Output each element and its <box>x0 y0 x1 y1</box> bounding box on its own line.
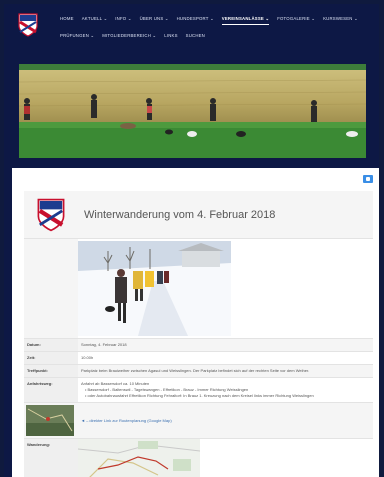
crest-cell <box>24 191 78 238</box>
map-link[interactable]: ◄ – direkter Link zur Routenplanung (Goo… <box>78 403 373 438</box>
main-menu-row-1: HOME AKTUELL ⌄ INFO ⌄ ÜBER UNS ⌄ HUNDESP… <box>60 16 366 25</box>
wanderung-row: Wanderung: <box>24 439 373 477</box>
menu-item-aktuell[interactable]: AKTUELL ⌄ <box>82 16 108 25</box>
menu-item-fotogalerie[interactable]: FOTOGALERIE ⌄ <box>277 16 315 25</box>
event-card: Winterwanderung vom 4. Februar 2018 Datu… <box>12 168 379 477</box>
photo-row <box>24 239 373 339</box>
menu-item-links[interactable]: LINKS <box>164 33 177 41</box>
page-frame: HOME AKTUELL ⌄ INFO ⌄ ÜBER UNS ⌄ HUNDESP… <box>4 4 379 477</box>
title-row: Winterwanderung vom 4. Februar 2018 <box>24 191 373 239</box>
map-link-row: ◄ – direkter Link zur Routenplanung (Goo… <box>24 403 373 439</box>
menu-item-kurswesen[interactable]: KURSWESEN ⌄ <box>323 16 358 25</box>
datum-row: Datum: Sonntag, 4. Februar 2018 <box>24 339 373 352</box>
anfahrt-row: Anfahrtsweg: Anfahrt ab Bassersdorf ca. … <box>24 378 373 403</box>
crest-icon <box>37 198 65 231</box>
treffpunkt-row: Treffpunkt: Parkplatz beim Brauiweiher z… <box>24 365 373 378</box>
menu-item-pruefungen[interactable]: PRÜFUNGEN ⌄ <box>60 33 94 41</box>
menu-item-mitgliederbereich[interactable]: MITGLIEDERBEREICH ⌄ <box>102 33 156 41</box>
hiking-route-map[interactable] <box>77 439 201 477</box>
hero-banner-image <box>19 64 366 158</box>
menu-item-vereinsanlaesse[interactable]: VEREINSANLÄSSE ⌄ <box>221 16 270 25</box>
menu-item-ueber-uns[interactable]: ÜBER UNS ⌄ <box>140 16 169 25</box>
main-menu-row-2: PRÜFUNGEN ⌄ MITGLIEDERBEREICH ⌄ LINKS SU… <box>60 33 213 41</box>
print-icon[interactable] <box>363 175 373 183</box>
menu-item-suchen[interactable]: SUCHEN <box>186 33 205 41</box>
map-thumbnail[interactable] <box>26 405 74 436</box>
crest-logo-icon[interactable] <box>18 13 38 37</box>
menu-item-hundesport[interactable]: HUNDESPORT ⌄ <box>177 16 214 25</box>
winter-hike-photo[interactable] <box>78 241 231 336</box>
event-table: Winterwanderung vom 4. Februar 2018 Datu… <box>24 191 373 477</box>
zeit-row: Zeit: 10.00h <box>24 352 373 365</box>
top-navigation: HOME AKTUELL ⌄ INFO ⌄ ÜBER UNS ⌄ HUNDESP… <box>4 4 379 50</box>
menu-item-info[interactable]: INFO ⌄ <box>115 16 131 25</box>
event-title: Winterwanderung vom 4. Februar 2018 <box>78 191 373 238</box>
menu-item-home[interactable]: HOME <box>60 16 74 25</box>
